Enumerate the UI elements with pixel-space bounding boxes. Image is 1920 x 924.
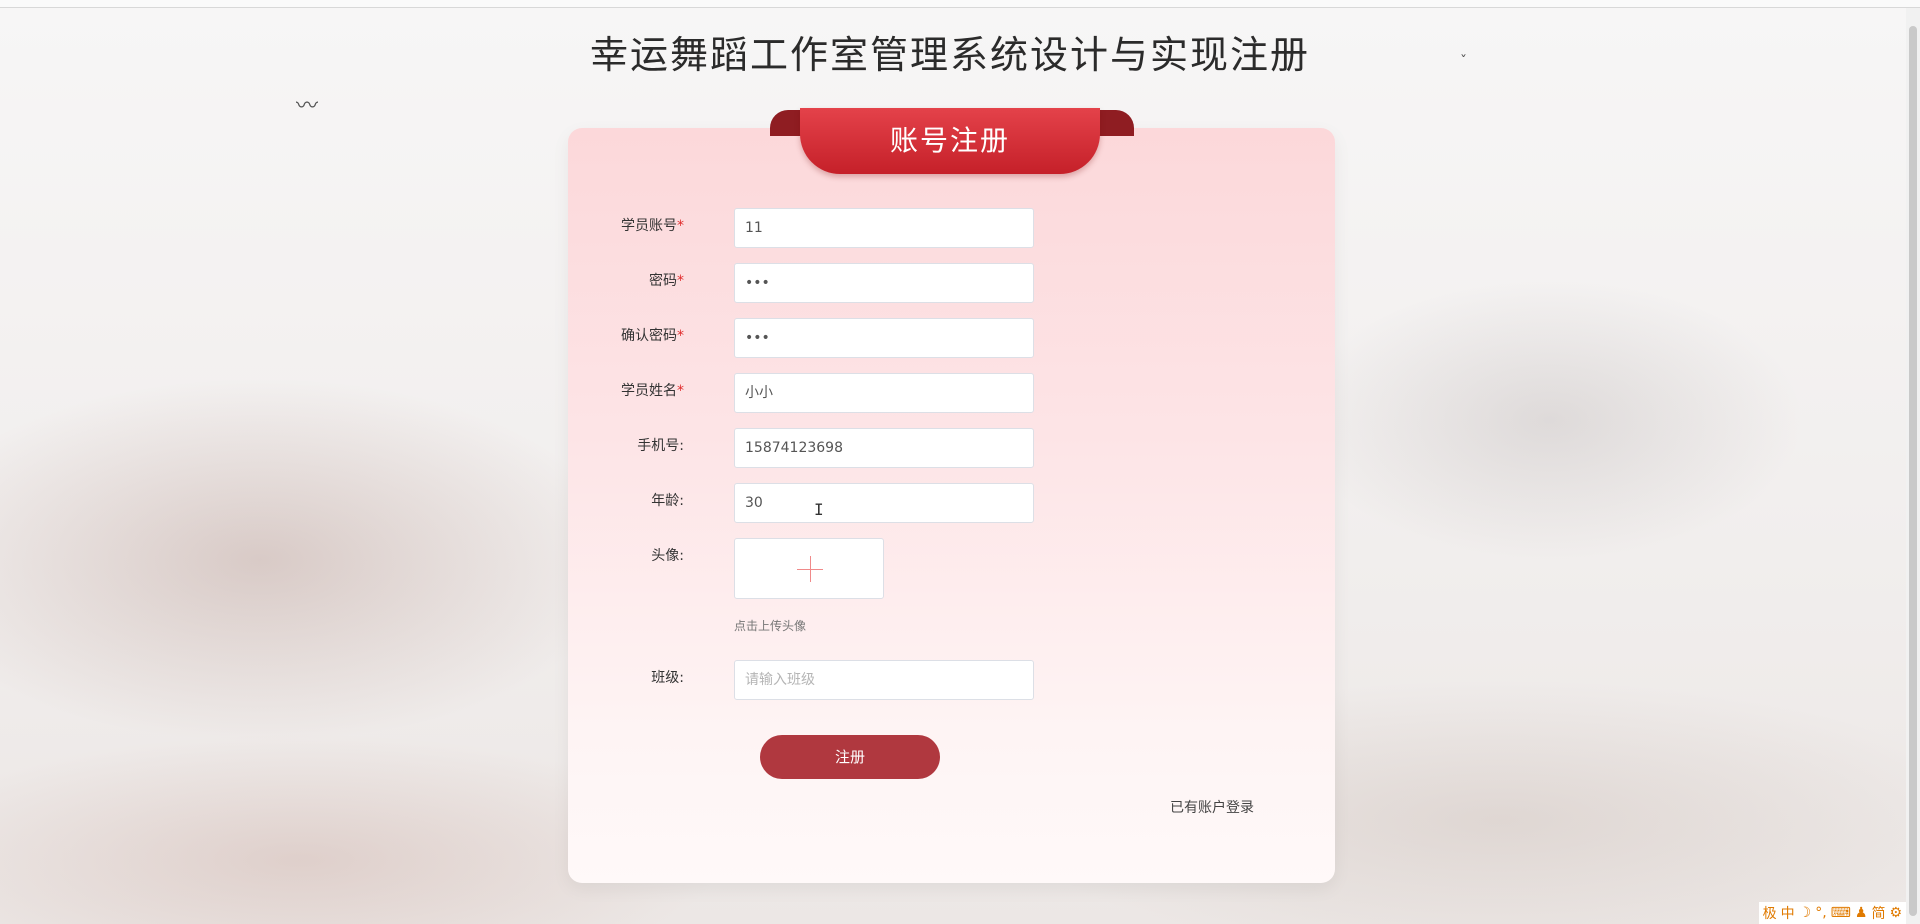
confirm-password-label: 确认密码* bbox=[621, 328, 684, 344]
age-label: 年龄: bbox=[651, 493, 684, 509]
login-link[interactable]: 已有账户登录 bbox=[1170, 797, 1254, 817]
browser-top-edge bbox=[0, 0, 1920, 8]
bird-icon: 〰 bbox=[296, 94, 319, 119]
confirm-password-input[interactable]: ••• bbox=[734, 318, 1034, 358]
ime-simplified-toggle[interactable]: 简 bbox=[1871, 903, 1885, 923]
phone-label: 手机号: bbox=[637, 438, 684, 454]
ime-user-icon[interactable]: ♟ bbox=[1855, 905, 1868, 921]
avatar-upload-button[interactable] bbox=[734, 538, 884, 599]
password-input[interactable]: ••• bbox=[734, 263, 1034, 303]
account-label: 学员账号* bbox=[621, 218, 684, 234]
scrollbar-thumb[interactable] bbox=[1909, 26, 1917, 916]
page-title: 幸运舞蹈工作室管理系统设计与实现注册 bbox=[589, 33, 1310, 77]
name-label: 学员姓名* bbox=[621, 383, 684, 399]
name-input[interactable]: 小小 bbox=[734, 373, 1034, 413]
plus-icon-vertical bbox=[810, 556, 811, 582]
avatar-label: 头像: bbox=[651, 548, 684, 564]
ime-moon-icon[interactable]: ☽ bbox=[1799, 905, 1812, 921]
scrollbar[interactable] bbox=[1906, 8, 1920, 924]
class-label: 班级: bbox=[651, 670, 684, 686]
ime-keyboard-icon[interactable]: ⌨ bbox=[1831, 905, 1851, 921]
ime-logo-icon[interactable]: 极 bbox=[1763, 903, 1777, 923]
ime-chinese-toggle[interactable]: 中 bbox=[1781, 903, 1795, 923]
avatar-upload-hint: 点击上传头像 bbox=[734, 619, 807, 633]
card-title-ribbon: 账号注册 bbox=[800, 108, 1100, 174]
ime-settings-icon[interactable]: ⚙ bbox=[1889, 905, 1902, 921]
age-input[interactable]: 30 bbox=[734, 483, 1034, 523]
text-cursor-icon: I bbox=[814, 500, 824, 519]
class-input[interactable]: 请输入班级 bbox=[734, 660, 1034, 700]
ime-punctuation-icon[interactable]: °, bbox=[1815, 905, 1826, 921]
phone-input[interactable]: 15874123698 bbox=[734, 428, 1034, 468]
ime-toolbar[interactable]: 极 中 ☽ °, ⌨ ♟ 简 ⚙ bbox=[1758, 902, 1906, 924]
password-label: 密码* bbox=[649, 273, 684, 289]
account-input[interactable]: 11 bbox=[734, 208, 1034, 248]
register-button[interactable]: 注册 bbox=[760, 735, 940, 779]
